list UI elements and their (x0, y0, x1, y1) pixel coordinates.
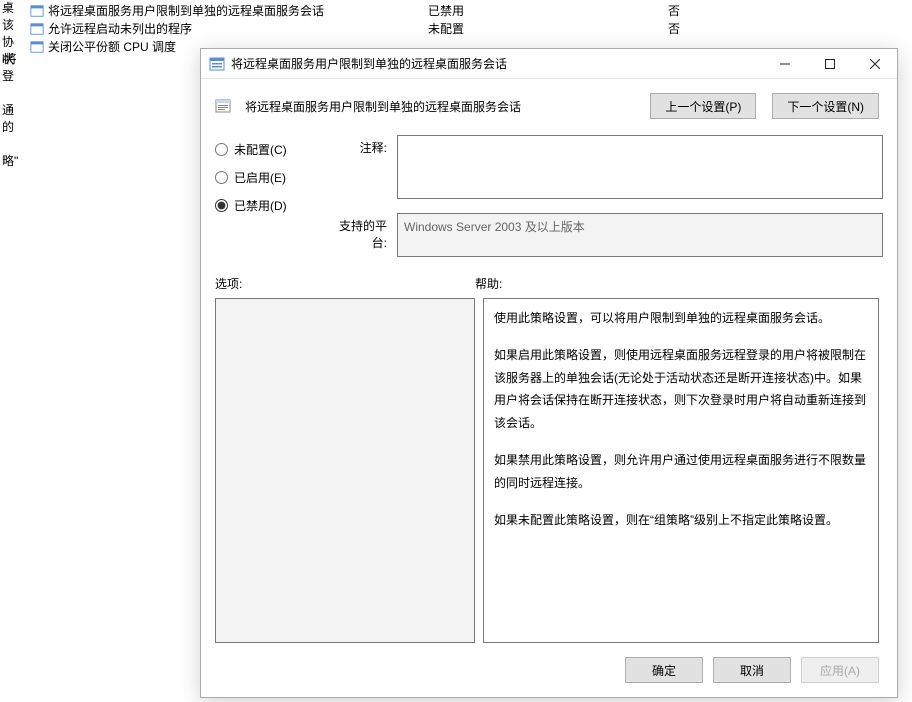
policy-icon (30, 22, 44, 36)
radio-disabled[interactable]: 已禁用(D) (215, 191, 311, 219)
radio-disabled-input[interactable] (215, 199, 228, 212)
previous-setting-button[interactable]: 上一个设置(P) (650, 93, 756, 119)
help-label: 帮助: (475, 275, 879, 292)
help-pane[interactable]: 使用此策略设置，可以将用户限制到单独的远程桌面服务会话。 如果启用此策略设置，则… (483, 298, 879, 643)
config-fields: 注释: 支持的平台: Windows Server 2003 及以上版本 (327, 135, 883, 257)
close-button[interactable] (852, 49, 897, 78)
cancel-button[interactable]: 取消 (713, 657, 791, 683)
comment-field[interactable] (397, 135, 883, 199)
bg-frag-line: 略" (0, 153, 22, 170)
help-paragraph: 如果禁用此策略设置，则允许用户通过使用远程桌面服务进行不限数量的同时远程连接。 (494, 449, 868, 495)
supported-field: Windows Server 2003 及以上版本 (397, 213, 883, 257)
bg-frag-line (0, 85, 22, 102)
dialog-buttons: 确定 取消 应用(A) (201, 643, 897, 697)
options-pane (215, 298, 475, 643)
radio-disabled-label: 已禁用(D) (234, 197, 287, 214)
state-radio-group: 未配置(C) 已启用(E) 已禁用(D) (215, 135, 311, 257)
dialog-titlebar: 将远程桌面服务用户限制到单独的远程桌面服务会话 (201, 49, 897, 79)
policy-name: 将远程桌面服务用户限制到单独的远程桌面服务会话 (48, 2, 428, 20)
help-paragraph: 如果未配置此策略设置，则在“组策略”级别上不指定此策略设置。 (494, 509, 868, 532)
bg-frag-line: 登 (0, 68, 22, 85)
bg-frag-line: 通 (0, 102, 22, 119)
previous-setting-label: 上一个设置(P) (665, 100, 741, 114)
policy-state: 已禁用 (428, 2, 668, 20)
help-paragraph: 使用此策略设置，可以将用户限制到单独的远程桌面服务会话。 (494, 307, 868, 330)
supported-value: Windows Server 2003 及以上版本 (404, 220, 585, 234)
bg-frag-line (0, 136, 22, 153)
help-paragraph: 如果启用此策略设置，则使用远程桌面服务远程登录的用户将被限制在该服务器上的单独会… (494, 344, 868, 435)
window-buttons (762, 49, 897, 78)
policy-icon (30, 4, 44, 18)
apply-label: 应用(A) (820, 664, 860, 678)
config-zone: 未配置(C) 已启用(E) 已禁用(D) 注释: 支持的平台: Windows … (201, 129, 897, 257)
maximize-button[interactable] (807, 49, 852, 78)
dialog-icon (209, 56, 225, 72)
apply-button[interactable]: 应用(A) (801, 657, 879, 683)
policy-comment: 否 (668, 20, 768, 38)
policy-setting-dialog: 将远程桌面服务用户限制到单独的远程桌面服务会话 将远程桌面服务用户限制到单独的远… (200, 48, 898, 698)
bg-frag-line: 的 (0, 119, 22, 136)
radio-not-configured[interactable]: 未配置(C) (215, 135, 311, 163)
ok-button[interactable]: 确定 (625, 657, 703, 683)
supported-label: 支持的平台: (327, 213, 387, 251)
panes-row: 使用此策略设置，可以将用户限制到单独的远程桌面服务会话。 如果启用此策略设置，则… (201, 298, 897, 643)
next-setting-label: 下一个设置(N) (787, 100, 864, 114)
policy-row[interactable]: 将远程桌面服务用户限制到单独的远程桌面服务会话 已禁用 否 (0, 2, 912, 20)
radio-enabled-label: 已启用(E) (234, 169, 286, 186)
radio-not-configured-label: 未配置(C) (234, 141, 287, 158)
policy-icon (30, 40, 44, 54)
policy-header-icon (215, 98, 231, 114)
comment-row: 注释: (327, 135, 883, 199)
policy-state: 未配置 (428, 20, 668, 38)
next-setting-button[interactable]: 下一个设置(N) (772, 93, 879, 119)
cancel-label: 取消 (740, 664, 764, 678)
ok-label: 确定 (652, 664, 676, 678)
options-label: 选项: (215, 275, 475, 292)
panes-labels: 选项: 帮助: (201, 257, 897, 298)
radio-not-configured-input[interactable] (215, 143, 228, 156)
radio-enabled-input[interactable] (215, 171, 228, 184)
supported-row: 支持的平台: Windows Server 2003 及以上版本 (327, 213, 883, 257)
dialog-title: 将远程桌面服务用户限制到单独的远程桌面服务会话 (231, 55, 762, 72)
policy-row[interactable]: 允许远程启动未列出的程序 未配置 否 (0, 20, 912, 38)
dialog-header-row: 将远程桌面服务用户限制到单独的远程桌面服务会话 上一个设置(P) 下一个设置(N… (201, 79, 897, 129)
policy-name: 允许远程启动未列出的程序 (48, 20, 428, 38)
dialog-header-title: 将远程桌面服务用户限制到单独的远程桌面服务会话 (245, 98, 634, 115)
minimize-button[interactable] (762, 49, 807, 78)
comment-label: 注释: (327, 135, 387, 156)
policy-comment: 否 (668, 2, 768, 20)
radio-enabled[interactable]: 已启用(E) (215, 163, 311, 191)
